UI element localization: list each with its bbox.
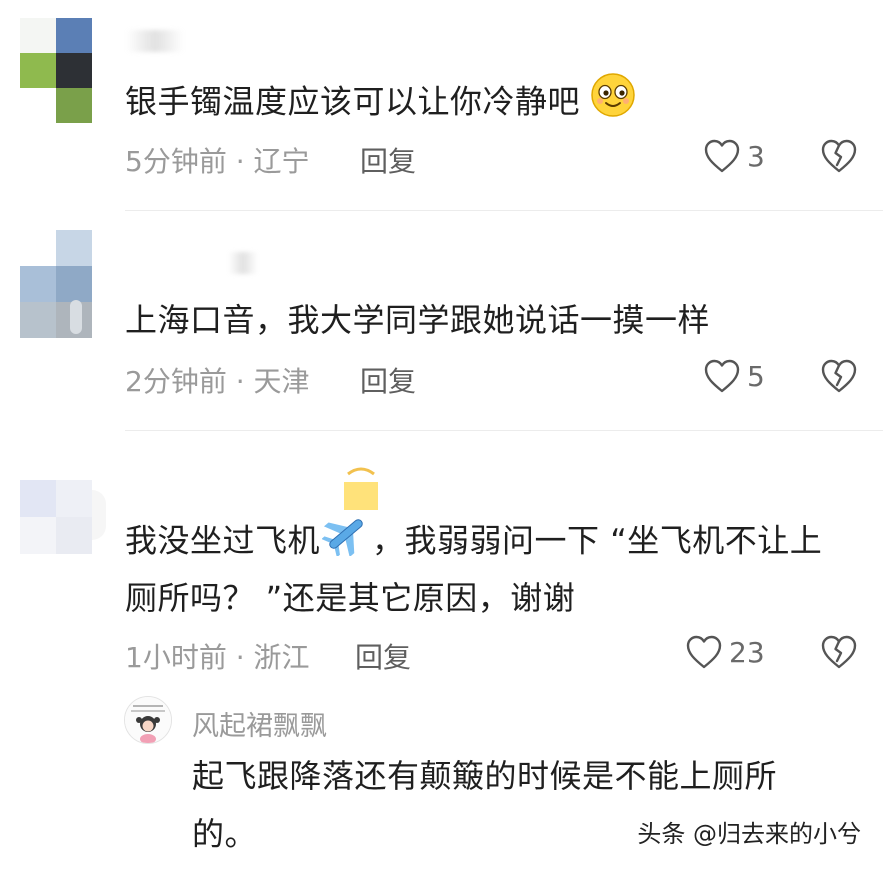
broken-heart-icon [820,635,858,674]
broken-heart-icon [820,359,858,398]
like-button[interactable]: 3 [703,138,765,174]
reply-button[interactable]: 回复 [360,360,416,400]
avatar[interactable] [20,480,106,554]
reply-text-line-2: 的。 [192,815,258,853]
comment-text-line-2: 厕所吗？ ”还是其它原因，谢谢 [125,579,576,617]
sun-badge-icon [340,462,382,512]
reply-button[interactable]: 回复 [355,636,411,676]
divider [125,430,883,431]
reply-text: 起飞跟降落还有颠簸的时候是不能上厕所 [192,757,778,795]
dislike-button[interactable] [820,138,858,178]
reply-button[interactable]: 回复 [360,140,416,180]
avatar[interactable] [20,230,92,338]
comment-meta: 1小时前 · 浙江 [125,641,310,674]
airplane-emoji [321,512,370,573]
avatar[interactable] [20,18,92,123]
comment-meta: 5分钟前 · 辽宁 [125,145,310,178]
username-blurred [126,30,184,52]
divider [125,210,883,211]
comment-text: 我没坐过飞机 ，我弱弱问一下 “坐飞机不让上 [125,512,822,573]
watermark: 头条 @归去来的小兮 [637,820,861,848]
heart-outline-icon [703,138,741,174]
smiling-face-emoji [590,72,636,135]
like-count: 23 [729,635,765,669]
dislike-button[interactable] [820,358,858,398]
heart-outline-icon [703,358,741,394]
like-count: 3 [747,139,765,173]
heart-outline-icon [685,634,723,670]
username-blurred [228,252,258,274]
like-count: 5 [747,359,765,393]
broken-heart-icon [820,139,858,178]
comment-meta: 2分钟前 · 天津 [125,365,310,398]
like-button[interactable]: 23 [685,634,765,670]
like-button[interactable]: 5 [703,358,765,394]
dislike-button[interactable] [820,634,858,674]
reply-avatar[interactable] [124,696,172,744]
comment-text: 银手镯温度应该可以让你冷静吧 [125,72,636,135]
reply-username[interactable]: 风起裙飘飘 [192,704,327,743]
comment-text: 上海口音，我大学同学跟她说话一摸一样 [125,301,711,339]
